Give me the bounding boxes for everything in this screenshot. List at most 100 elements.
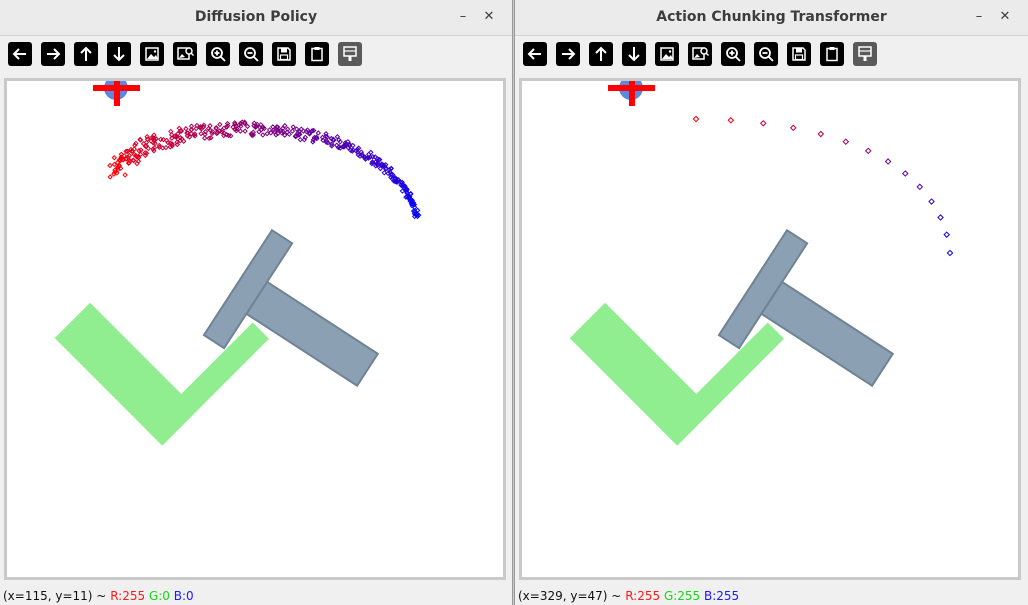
arrow-up-button[interactable] xyxy=(74,42,98,66)
arrow-down-icon xyxy=(628,47,640,62)
arrow-down-icon xyxy=(113,47,125,62)
arrow-down-button[interactable] xyxy=(107,42,131,66)
canvas-frame xyxy=(4,78,506,580)
image-icon xyxy=(660,47,674,61)
status-green-value: G:255 xyxy=(663,589,701,603)
image-zoom-icon xyxy=(692,47,710,60)
image-zoom-button[interactable] xyxy=(688,42,712,66)
arrow-up-icon xyxy=(80,46,92,61)
trajectory-point xyxy=(188,123,195,129)
arrow-right-button[interactable] xyxy=(556,42,580,66)
arrow-up-icon xyxy=(595,46,607,61)
window-title: Diffusion Policy xyxy=(194,9,318,25)
trajectory-point xyxy=(107,174,113,180)
window-diffusion-policy: Diffusion Policy – ✕ (x=115, y=11) ~ R:2… xyxy=(0,0,512,605)
properties-button[interactable] xyxy=(338,42,362,66)
block-t-shape xyxy=(202,228,380,388)
arrow-left-button[interactable] xyxy=(8,42,32,66)
trajectory-point xyxy=(217,121,223,128)
arrow-right-icon xyxy=(562,48,576,60)
target-t-shape xyxy=(54,302,269,446)
clipboard-icon xyxy=(826,47,838,62)
trajectory-point xyxy=(943,231,951,238)
trajectory-point xyxy=(264,130,270,137)
status-coordinates: (x=329, y=47) ~ xyxy=(518,589,622,603)
trajectory-point xyxy=(315,130,322,136)
status-bar: (x=329, y=47) ~ R:255 G:255 B:255 xyxy=(515,588,1028,605)
close-button[interactable]: ✕ xyxy=(478,6,500,28)
clipboard-icon xyxy=(311,47,323,62)
scene-canvas[interactable] xyxy=(522,81,1018,577)
save-button[interactable] xyxy=(787,42,811,66)
properties-button[interactable] xyxy=(853,42,877,66)
save-button[interactable] xyxy=(272,42,296,66)
window-action-chunking-transformer: Action Chunking Transformer – ✕ (x=329, … xyxy=(515,0,1028,605)
canvas-frame xyxy=(519,78,1021,580)
trajectory-point xyxy=(163,144,169,151)
trajectory-point xyxy=(237,128,244,134)
image-icon xyxy=(145,47,159,61)
status-green-value: G:0 xyxy=(148,589,170,603)
zoom-in-button[interactable] xyxy=(206,42,230,66)
trajectory-point xyxy=(133,140,139,147)
image-button[interactable] xyxy=(655,42,679,66)
titlebar[interactable]: Diffusion Policy – ✕ xyxy=(0,0,512,36)
trajectory-point xyxy=(111,155,117,161)
trajectory-point xyxy=(884,158,892,165)
trajectory-point xyxy=(289,128,296,134)
trajectory-point xyxy=(946,249,954,257)
arrow-left-icon xyxy=(12,48,26,60)
status-red-value: R:255 xyxy=(110,589,146,603)
zoom-out-button[interactable] xyxy=(754,42,778,66)
zoom-out-icon xyxy=(244,47,259,62)
status-red-value: R:255 xyxy=(625,589,661,603)
close-button[interactable]: ✕ xyxy=(994,6,1016,28)
status-blue-value: B:255 xyxy=(704,589,740,603)
trajectory-point xyxy=(928,198,935,205)
arrow-left-icon xyxy=(527,48,541,60)
zoom-out-icon xyxy=(759,47,774,62)
trajectory-point xyxy=(337,139,343,145)
zoom-in-button[interactable] xyxy=(721,42,745,66)
trajectory-point xyxy=(122,172,128,178)
minimize-button[interactable]: – xyxy=(452,6,474,28)
block-t-shape xyxy=(717,228,895,388)
image-zoom-icon xyxy=(177,47,195,60)
trajectory-point xyxy=(937,214,944,221)
trajectory-point xyxy=(842,138,850,146)
minimize-button[interactable]: – xyxy=(968,6,990,28)
clipboard-button[interactable] xyxy=(820,42,844,66)
scene-canvas[interactable] xyxy=(7,81,503,577)
trajectory-point xyxy=(260,132,266,138)
image-zoom-button[interactable] xyxy=(173,42,197,66)
trajectory-point xyxy=(901,170,909,177)
clipboard-button[interactable] xyxy=(305,42,329,66)
trajectory-point xyxy=(759,119,767,127)
image-button[interactable] xyxy=(140,42,164,66)
trajectory-point xyxy=(198,130,204,137)
trajectory-points xyxy=(107,119,422,220)
arrow-right-button[interactable] xyxy=(41,42,65,66)
trajectory-point xyxy=(727,116,735,124)
arrow-left-button[interactable] xyxy=(523,42,547,66)
properties-icon xyxy=(858,46,872,61)
save-icon xyxy=(792,47,806,61)
agent-marker xyxy=(608,81,655,106)
trajectory-point xyxy=(916,183,924,191)
arrow-right-icon xyxy=(47,48,61,60)
window-title: Action Chunking Transformer xyxy=(656,9,887,25)
arrow-up-button[interactable] xyxy=(589,42,613,66)
trajectory-point xyxy=(126,152,133,159)
zoom-in-icon xyxy=(726,47,741,62)
agent-marker xyxy=(93,81,140,106)
titlebar[interactable]: Action Chunking Transformer – ✕ xyxy=(515,0,1028,36)
properties-icon xyxy=(343,46,357,61)
arrow-down-button[interactable] xyxy=(622,42,646,66)
trajectory-point xyxy=(244,123,251,130)
trajectory-point xyxy=(789,124,797,132)
trajectory-point xyxy=(692,115,700,123)
trajectory-points xyxy=(692,115,954,257)
status-bar: (x=115, y=11) ~ R:255 G:0 B:0 xyxy=(0,588,512,605)
zoom-out-button[interactable] xyxy=(239,42,263,66)
trajectory-point xyxy=(864,147,872,155)
